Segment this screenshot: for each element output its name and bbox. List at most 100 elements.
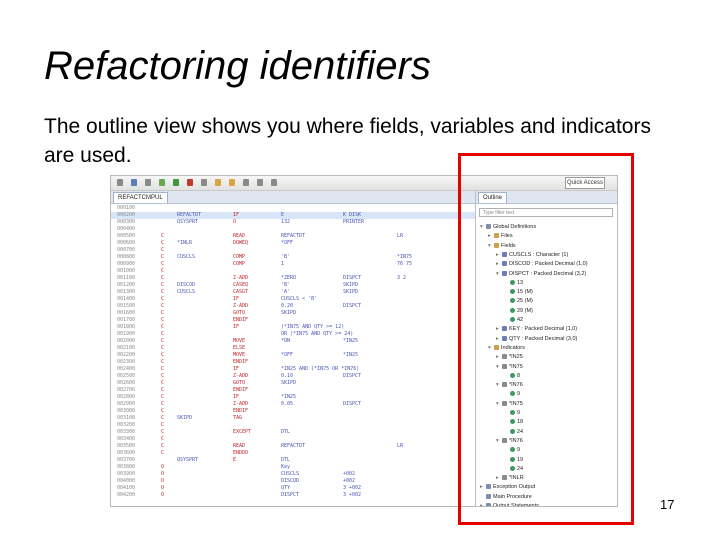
code-line[interactable]: 003600 C ENDDO bbox=[111, 450, 475, 457]
code-token: 3 +002 bbox=[343, 492, 362, 498]
debug-icon[interactable] bbox=[159, 179, 165, 186]
code-line[interactable]: 003900 O CUSCLS +002 bbox=[111, 471, 475, 478]
code-token: C bbox=[161, 352, 165, 358]
code-line[interactable]: 001900 C OR (*IN75 AND QTY >= 24) bbox=[111, 331, 475, 338]
code-token: C bbox=[161, 331, 165, 337]
code-token: 0.10 bbox=[281, 373, 294, 379]
code-token: Z-ADD bbox=[233, 303, 249, 309]
code-line[interactable]: 000300 QSYSPRT O 132 PRINTER bbox=[111, 219, 475, 226]
code-line[interactable]: 002800 C IF *IN25 bbox=[111, 394, 475, 401]
code-line[interactable]: 002700 C ENDIF bbox=[111, 387, 475, 394]
search-icon[interactable] bbox=[201, 179, 207, 186]
code-line[interactable]: 004100 O QTY 3 +002 bbox=[111, 485, 475, 492]
print-icon[interactable] bbox=[145, 179, 151, 186]
code-line[interactable]: 003400 C bbox=[111, 436, 475, 443]
code-line[interactable]: 002200 C MOVE *OFF *IN25 bbox=[111, 352, 475, 359]
code-line[interactable]: 003800 O Key bbox=[111, 464, 475, 471]
code-token: QSYSPRT bbox=[177, 457, 199, 463]
code-line[interactable]: 001200 C DISCOD CASEQ 'B' SKIPD bbox=[111, 282, 475, 289]
code-line[interactable]: 003100 C SKIPD TAG bbox=[111, 415, 475, 422]
code-token: 'B' bbox=[281, 282, 291, 288]
code-token: LR bbox=[397, 443, 404, 449]
back-icon[interactable] bbox=[243, 179, 249, 186]
code-token: SKIPD bbox=[281, 310, 297, 316]
sequence-number: 004200 bbox=[117, 492, 136, 498]
code-line[interactable]: 000100 bbox=[111, 205, 475, 212]
code-token: GOTO bbox=[233, 310, 246, 316]
sequence-number: 001900 bbox=[117, 331, 136, 337]
code-token: IF bbox=[233, 394, 240, 400]
sequence-number: 003200 bbox=[117, 422, 136, 428]
sequence-number: 003800 bbox=[117, 464, 136, 470]
code-token: CASEQ bbox=[233, 282, 249, 288]
code-line[interactable]: 003200 C bbox=[111, 422, 475, 429]
code-line[interactable]: 002500 C Z-ADD 0.10 DISPCT bbox=[111, 373, 475, 380]
code-token: O bbox=[161, 464, 165, 470]
next-annotation-icon[interactable] bbox=[215, 179, 221, 186]
code-area[interactable]: 000100 000200 REFACTDT IF E K DISK 000300 QSYSP… bbox=[111, 205, 475, 505]
save-icon[interactable] bbox=[131, 179, 137, 186]
code-line[interactable]: 003000 C ENDIF bbox=[111, 408, 475, 415]
code-line[interactable]: 004200 O DISPCT 3 +002 bbox=[111, 492, 475, 499]
code-line[interactable]: 002900 C Z-ADD 0.05 DISPCT bbox=[111, 401, 475, 408]
code-token: C bbox=[161, 443, 165, 449]
code-line[interactable]: 001500 C Z-ADD 0.20 DISPCT bbox=[111, 303, 475, 310]
code-token: (*IN75 AND QTY >= 12) bbox=[281, 324, 345, 330]
code-line[interactable]: 002300 C ENDIF bbox=[111, 359, 475, 366]
code-token: C bbox=[161, 240, 165, 246]
code-token: DISPCT bbox=[281, 492, 300, 498]
run-icon[interactable] bbox=[173, 179, 179, 186]
code-token: 3 +002 bbox=[343, 485, 362, 491]
code-line[interactable]: 001800 C IF (*IN75 AND QTY >= 12) bbox=[111, 324, 475, 331]
sequence-number: 000900 bbox=[117, 261, 136, 267]
sequence-number: 000700 bbox=[117, 247, 136, 253]
sequence-number: 001300 bbox=[117, 289, 136, 295]
code-line[interactable]: 001000 C bbox=[111, 268, 475, 275]
code-line[interactable]: 002000 C MOVE *ON *IN25 bbox=[111, 338, 475, 345]
code-token: C bbox=[161, 338, 165, 344]
prev-annotation-icon[interactable] bbox=[229, 179, 235, 186]
code-line[interactable]: 001300 C CUSCLS CASGT 'A' SKIPD bbox=[111, 289, 475, 296]
code-line[interactable]: 003700 QSYSPRT E DTL bbox=[111, 457, 475, 464]
code-line[interactable]: 003500 C READ REFACTDT LR bbox=[111, 443, 475, 450]
sequence-number: 003700 bbox=[117, 457, 136, 463]
code-token: COMP bbox=[233, 254, 246, 260]
sequence-number: 002400 bbox=[117, 366, 136, 372]
code-token: C bbox=[161, 387, 165, 393]
tab-refactcmpul[interactable]: REFACTCMPUL bbox=[113, 192, 168, 203]
sequence-number: 003300 bbox=[117, 429, 136, 435]
forward-icon[interactable] bbox=[257, 179, 263, 186]
code-token: REFACTDT bbox=[177, 212, 202, 218]
code-token: DISCOD bbox=[281, 478, 300, 484]
code-token: C bbox=[161, 415, 165, 421]
code-line[interactable]: 001700 C ENDIF bbox=[111, 317, 475, 324]
sequence-number: 001200 bbox=[117, 282, 136, 288]
code-token: Z-ADD bbox=[233, 401, 249, 407]
code-line[interactable]: 002100 C ELSE bbox=[111, 345, 475, 352]
code-line[interactable]: 000200 REFACTDT IF E K DISK bbox=[111, 212, 475, 219]
code-token: E bbox=[233, 457, 237, 463]
code-line[interactable]: 000500 C READ REFACTDT LR bbox=[111, 233, 475, 240]
code-line[interactable]: 003300 C EXCEPT DTL bbox=[111, 429, 475, 436]
code-line[interactable]: 002600 C GOTO SKIPD bbox=[111, 380, 475, 387]
code-editor[interactable]: REFACTCMPUL 000100 000200 REFACTDT IF E K DIS… bbox=[111, 191, 476, 506]
sequence-number: 002500 bbox=[117, 373, 136, 379]
code-token: E bbox=[281, 212, 285, 218]
code-line[interactable]: 002400 C IF *IN25 AND (*IN75 OR *IN76) bbox=[111, 366, 475, 373]
code-line[interactable]: 001100 C Z-ADD *ZERO DISPCT 3 2 bbox=[111, 275, 475, 282]
code-line[interactable]: 000400 bbox=[111, 226, 475, 233]
code-line[interactable]: 000600 C *INLR DOWEQ *OFF bbox=[111, 240, 475, 247]
code-line[interactable]: 001400 C IF CUSCLS < 'B' bbox=[111, 296, 475, 303]
code-line[interactable]: 004000 O DISCOD +002 bbox=[111, 478, 475, 485]
code-line[interactable]: 001600 C GOTO SKIPD bbox=[111, 310, 475, 317]
code-line[interactable]: 000700 C bbox=[111, 247, 475, 254]
open-perspective-icon[interactable] bbox=[271, 179, 277, 186]
sequence-number: 001700 bbox=[117, 317, 136, 323]
code-line[interactable]: 000800 C CUSCLS COMP 'B' *IN75 bbox=[111, 254, 475, 261]
code-token: *ZERO bbox=[281, 275, 297, 281]
code-token: DTL bbox=[281, 429, 291, 435]
code-token: LR bbox=[397, 233, 404, 239]
external-tools-icon[interactable] bbox=[187, 179, 193, 186]
new-icon[interactable] bbox=[117, 179, 123, 186]
code-line[interactable]: 000900 C COMP 1 76 75 bbox=[111, 261, 475, 268]
